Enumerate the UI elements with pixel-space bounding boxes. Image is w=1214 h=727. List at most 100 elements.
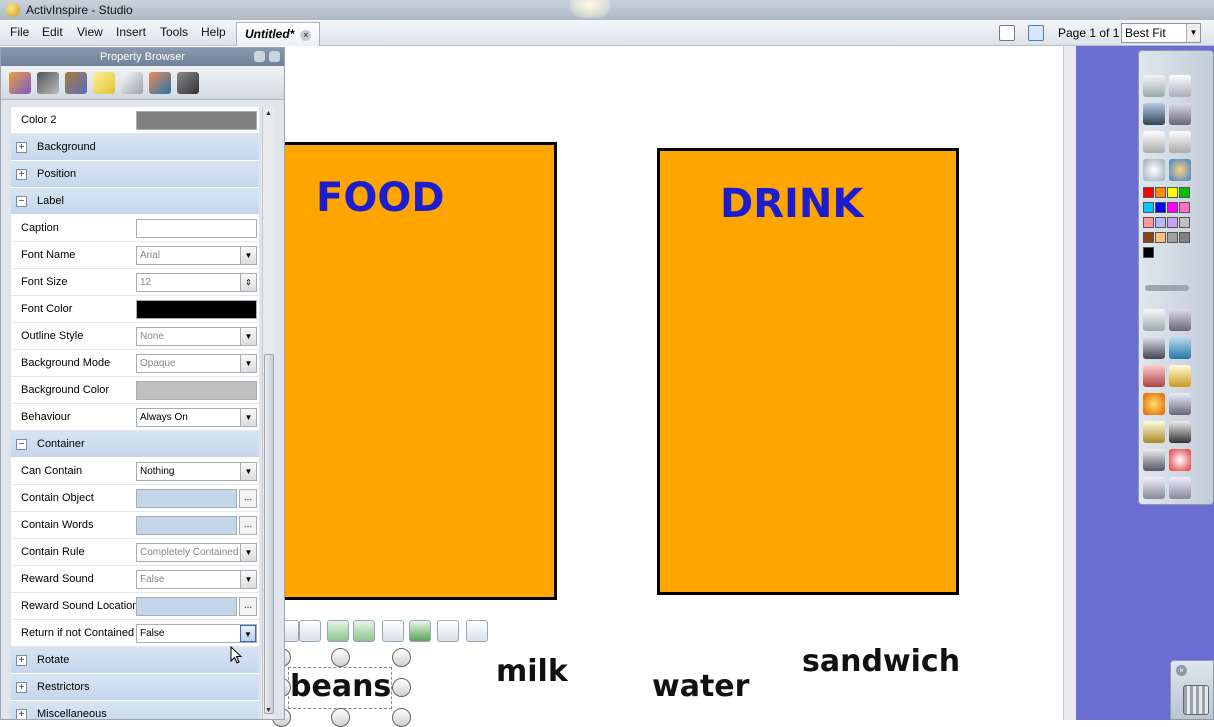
selection-handle-bottom-right[interactable]: [392, 708, 411, 727]
section-position[interactable]: + Position: [11, 161, 259, 188]
menu-view[interactable]: View: [77, 25, 103, 39]
menu-edit[interactable]: Edit: [42, 25, 63, 39]
path-field[interactable]: [136, 516, 237, 535]
section-background[interactable]: + Background: [11, 134, 259, 161]
next-page-icon[interactable]: [1169, 131, 1191, 153]
resource-browser-icon[interactable]: [37, 72, 59, 94]
section-container[interactable]: − Container: [11, 431, 259, 458]
minimize-icon[interactable]: [254, 51, 265, 62]
caption-input[interactable]: [136, 219, 257, 238]
trash-can-icon[interactable]: [1183, 685, 1209, 715]
contain-rule-select[interactable]: Completely Contained ▼: [136, 543, 257, 562]
zoom-select[interactable]: Best Fit ▼: [1121, 23, 1201, 43]
menu-tools[interactable]: Tools: [160, 25, 188, 39]
move-up-icon[interactable]: [327, 620, 349, 642]
pen-icon[interactable]: [1143, 337, 1165, 359]
palette-color-swatch[interactable]: [1143, 202, 1154, 213]
color-swatch[interactable]: [136, 381, 257, 400]
selection-handle-top-right[interactable]: [392, 648, 411, 667]
chevron-down-icon[interactable]: ▼: [240, 328, 256, 345]
palette-color-swatch[interactable]: [1143, 187, 1154, 198]
highlighter-icon[interactable]: [1169, 337, 1191, 359]
selection-handle-bottom[interactable]: [331, 708, 350, 727]
palette-color-swatch[interactable]: [1143, 232, 1154, 243]
timer-icon[interactable]: [1143, 449, 1165, 471]
scroll-down-icon[interactable]: ▼: [265, 707, 272, 714]
palette-color-swatch[interactable]: [1167, 232, 1178, 243]
behaviour-select[interactable]: Always On ▼: [136, 408, 257, 427]
select-icon[interactable]: [1143, 309, 1165, 331]
resize-icon[interactable]: [353, 620, 375, 642]
menu-file[interactable]: File: [10, 25, 29, 39]
return-if-not-contained-select[interactable]: False ▼: [136, 624, 257, 643]
chevron-down-icon[interactable]: ▼: [240, 247, 256, 264]
outline-style-select[interactable]: None ▼: [136, 327, 257, 346]
close-icon[interactable]: ×: [1176, 665, 1187, 676]
fill-icon[interactable]: [1169, 365, 1191, 387]
bring-forward-icon[interactable]: [299, 620, 321, 642]
color-swatch[interactable]: [136, 111, 257, 130]
document-tab[interactable]: Untitled* ×: [236, 22, 321, 46]
section-miscellaneous[interactable]: + Miscellaneous: [11, 701, 259, 719]
expand-icon[interactable]: +: [16, 169, 27, 180]
property-scrollbar[interactable]: ▲ ▼: [262, 107, 275, 719]
section-label[interactable]: − Label: [11, 188, 259, 215]
pen-width-slider[interactable]: [1145, 285, 1189, 291]
path-field[interactable]: [136, 597, 237, 616]
text-tool-icon[interactable]: [1169, 421, 1191, 443]
palette-color-swatch[interactable]: [1155, 217, 1166, 228]
voting-browser-icon[interactable]: [177, 72, 199, 94]
selection-handle-top[interactable]: [331, 648, 350, 667]
browse-button[interactable]: ...: [239, 597, 257, 616]
word-milk[interactable]: milk: [496, 654, 568, 689]
palette-color-swatch[interactable]: [1143, 247, 1154, 258]
palette-color-swatch[interactable]: [1155, 187, 1166, 198]
palette-color-swatch[interactable]: [1179, 187, 1190, 198]
property-browser-icon[interactable]: [121, 72, 143, 94]
palette-color-swatch[interactable]: [1155, 232, 1166, 243]
star-menu-icon[interactable]: [437, 620, 459, 642]
spinner-arrows-icon[interactable]: ⇕: [240, 274, 256, 291]
chevron-down-icon[interactable]: ▼: [240, 625, 256, 642]
palette-color-swatch[interactable]: [1179, 232, 1190, 243]
expand-icon[interactable]: +: [16, 655, 27, 666]
palette-color-swatch[interactable]: [1155, 202, 1166, 213]
chevron-down-icon[interactable]: ▼: [1186, 24, 1200, 42]
chevron-down-icon[interactable]: ▼: [240, 544, 256, 561]
action-browser-icon[interactable]: [149, 72, 171, 94]
notes-browser-icon[interactable]: [93, 72, 115, 94]
close-tab-icon[interactable]: ×: [300, 30, 312, 41]
close-icon[interactable]: [269, 51, 280, 62]
palette-color-swatch[interactable]: [1143, 217, 1154, 228]
word-sandwich[interactable]: sandwich: [802, 644, 960, 679]
expand-icon[interactable]: +: [16, 682, 27, 693]
shape-icon[interactable]: [1143, 393, 1165, 415]
eraser-icon[interactable]: [1143, 365, 1165, 387]
scroll-up-icon[interactable]: ▲: [265, 110, 272, 117]
page-browser-icon[interactable]: [9, 72, 31, 94]
main-menu-icon[interactable]: [1143, 75, 1165, 97]
collapse-icon[interactable]: −: [16, 439, 27, 450]
background-mode-select[interactable]: Opaque ▼: [136, 354, 257, 373]
palette-color-swatch[interactable]: [1167, 187, 1178, 198]
can-contain-select[interactable]: Nothing ▼: [136, 462, 257, 481]
chevron-down-icon[interactable]: ▼: [240, 355, 256, 372]
profile-icon[interactable]: [1169, 75, 1191, 97]
path-field[interactable]: [136, 489, 237, 508]
object-browser-icon[interactable]: [65, 72, 87, 94]
font-size-select[interactable]: 12 ⇕: [136, 273, 257, 292]
food-container[interactable]: FOOD: [275, 142, 557, 600]
chevron-down-icon[interactable]: ▼: [240, 463, 256, 480]
expand-icon[interactable]: +: [16, 142, 27, 153]
palette-color-swatch[interactable]: [1167, 202, 1178, 213]
handwriting-icon[interactable]: [1143, 421, 1165, 443]
property-scrollbar-thumb[interactable]: [264, 354, 274, 714]
browse-button[interactable]: ...: [239, 489, 257, 508]
web-browser-icon[interactable]: [1169, 159, 1191, 181]
play-icon[interactable]: [1143, 159, 1165, 181]
expand-icon[interactable]: +: [16, 709, 27, 719]
tools-icon[interactable]: [1169, 103, 1191, 125]
palette-color-swatch[interactable]: [1167, 217, 1178, 228]
font-name-select[interactable]: Arial ▼: [136, 246, 257, 265]
connector-icon[interactable]: [1169, 393, 1191, 415]
